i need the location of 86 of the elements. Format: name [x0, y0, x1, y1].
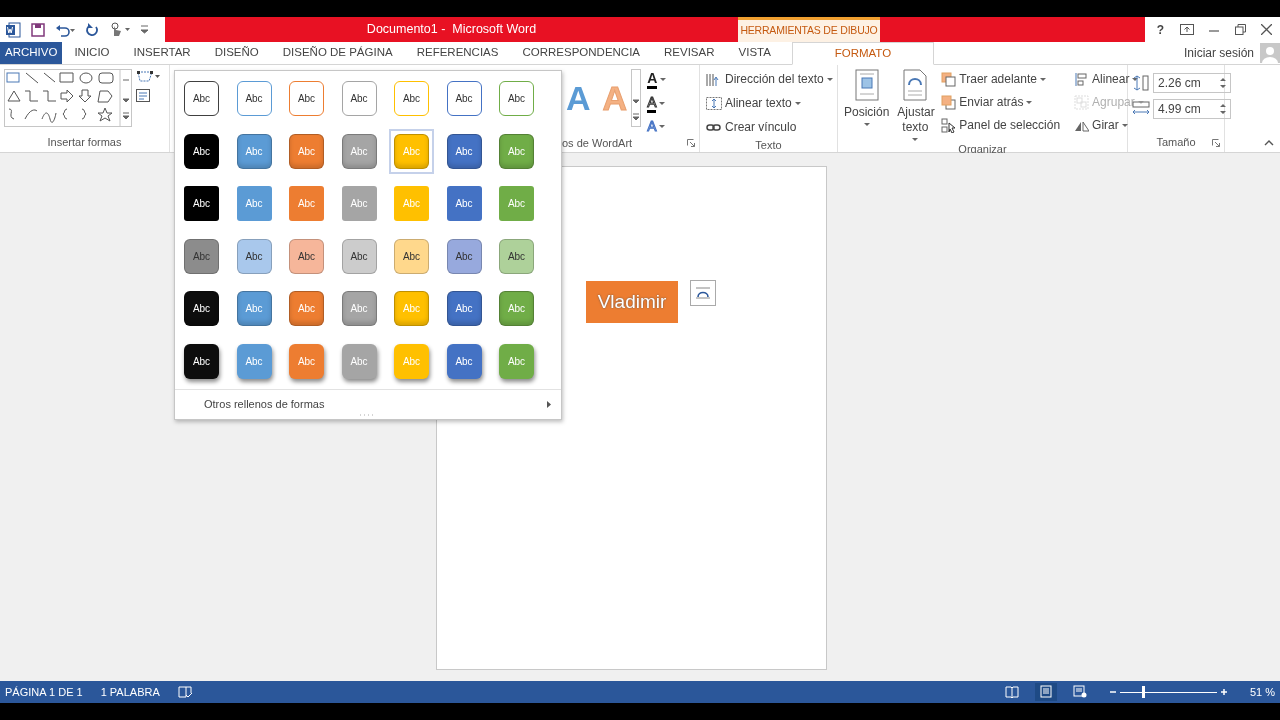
word-count: 1 PALABRA	[100, 684, 160, 700]
page-count: PÁGINA 1 DE 1	[5, 684, 83, 700]
sign-in-link[interactable]: Iniciar sesión	[1183, 44, 1254, 62]
wordart-tool-button[interactable]: A	[645, 93, 669, 114]
context-tab-header: HERRAMIENTAS DE DIBUJO	[738, 17, 880, 42]
caret-icon[interactable]	[1132, 77, 1139, 81]
group-label: Tamaño	[1155, 135, 1197, 150]
align-text-icon	[706, 95, 722, 111]
menu-item[interactable]: Otros rellenos de formas	[204, 396, 325, 413]
spinner-icon[interactable]	[1220, 103, 1226, 115]
height-field[interactable]: 2.26 cm	[1153, 73, 1231, 93]
spinner-icon[interactable]	[1220, 77, 1226, 89]
wordart-tool-button[interactable]: A	[645, 117, 669, 135]
caret-icon[interactable]	[912, 138, 919, 141]
wrap-text-icon	[903, 69, 928, 101]
ribbon-tab[interactable]: DISEÑO	[202, 42, 271, 64]
gallery-scroll-icon[interactable]	[631, 69, 642, 127]
selection-pane-icon	[941, 117, 957, 133]
ribbon-button[interactable]: Crear vínculo	[704, 117, 835, 137]
edit-shape-icon[interactable]	[136, 69, 160, 83]
group-label: Texto	[754, 138, 783, 153]
undo-icon[interactable]	[55, 22, 75, 37]
shape-height-icon	[1132, 75, 1150, 91]
ribbon-button[interactable]: Girar	[1072, 115, 1146, 135]
proofing-icon[interactable]	[177, 686, 192, 698]
caret-icon[interactable]	[826, 77, 833, 81]
caret-icon[interactable]	[1121, 123, 1128, 127]
dialog-launcher-icon[interactable]	[687, 139, 695, 147]
ribbon-button[interactable]: Ajustar texto	[895, 69, 936, 141]
caret-icon[interactable]	[794, 101, 801, 105]
caret-icon[interactable]	[659, 102, 666, 105]
group-label: Organizar	[957, 142, 1008, 157]
web-layout-icon	[1072, 685, 1087, 699]
dialog-launcher-icon[interactable]	[1212, 139, 1220, 147]
submenu-arrow-icon	[547, 400, 551, 408]
customize-icon[interactable]	[141, 25, 148, 34]
group-label: Insertar formas	[46, 135, 123, 150]
ribbon-button[interactable]: Dirección del texto	[704, 69, 835, 89]
ribbon-button[interactable]: Alinear texto	[704, 93, 835, 113]
caret-icon[interactable]	[659, 124, 666, 128]
print-layout-icon	[1038, 685, 1053, 699]
window-title: Documento1 - Microsoft Word	[365, 21, 538, 38]
touch-mode-icon[interactable]	[109, 21, 131, 38]
word-icon[interactable]	[5, 21, 21, 38]
text-box-icon[interactable]	[136, 89, 150, 102]
ribbon-button[interactable]: Traer adelante	[939, 69, 1063, 89]
group-icon	[1074, 94, 1090, 110]
ribbon-tab[interactable]: VISTA	[726, 42, 783, 64]
ribbon-tab[interactable]: REFERENCIAS	[404, 42, 511, 64]
read-mode-icon	[1004, 685, 1019, 699]
ribbon-button[interactable]: Posición	[842, 69, 892, 141]
ribbon-tab[interactable]: INSERTAR	[121, 42, 203, 64]
caret-icon[interactable]	[863, 123, 870, 126]
caret-icon[interactable]	[1039, 77, 1046, 81]
send-backward-icon	[941, 94, 957, 110]
ribbon-display-icon[interactable]	[1179, 24, 1194, 35]
align-icon	[1074, 71, 1090, 87]
print-layout-button[interactable]	[1034, 683, 1057, 701]
width-field[interactable]: 4.99 cm	[1153, 99, 1231, 119]
restore-icon[interactable]	[1234, 24, 1246, 35]
zoom-in-icon[interactable]	[1219, 688, 1228, 696]
zoom-out-icon[interactable]	[1108, 688, 1117, 696]
zoom-level[interactable]: 51 %	[1249, 683, 1275, 701]
ribbon-tab[interactable]: FORMATO	[791, 42, 934, 65]
help-button[interactable]: ?	[1156, 20, 1165, 39]
ribbon-button[interactable]: Enviar atrás	[939, 92, 1063, 112]
bring-forward-icon	[941, 71, 957, 87]
ribbon-button[interactable]: Panel de selección	[939, 115, 1063, 135]
layout-options-icon[interactable]	[690, 280, 716, 306]
ribbon-tab[interactable]: DISEÑO DE PÁGINA	[270, 42, 405, 64]
ribbon-tab[interactable]: CORRESPONDENCIA	[510, 42, 653, 64]
wordart-tool-button[interactable]: A	[645, 69, 669, 90]
position-icon	[854, 69, 879, 101]
close-icon[interactable]	[1261, 24, 1273, 35]
ribbon-tab[interactable]: ARCHIVO	[0, 42, 63, 64]
save-icon[interactable]	[31, 22, 45, 37]
ribbon-tab[interactable]: REVISAR	[652, 42, 727, 64]
shape-gallery-drawing[interactable]	[4, 69, 132, 127]
caret-icon[interactable]	[1026, 100, 1033, 104]
collapse-ribbon-icon[interactable]	[1264, 140, 1274, 146]
caret-icon[interactable]	[660, 78, 667, 81]
ribbon-tab[interactable]: INICIO	[62, 42, 122, 64]
redo-icon[interactable]	[85, 22, 99, 37]
ribbon-button[interactable]: Alinear	[1072, 69, 1146, 89]
group-label: os de WordArt	[562, 136, 633, 151]
slider-thumb[interactable]	[1141, 686, 1145, 698]
